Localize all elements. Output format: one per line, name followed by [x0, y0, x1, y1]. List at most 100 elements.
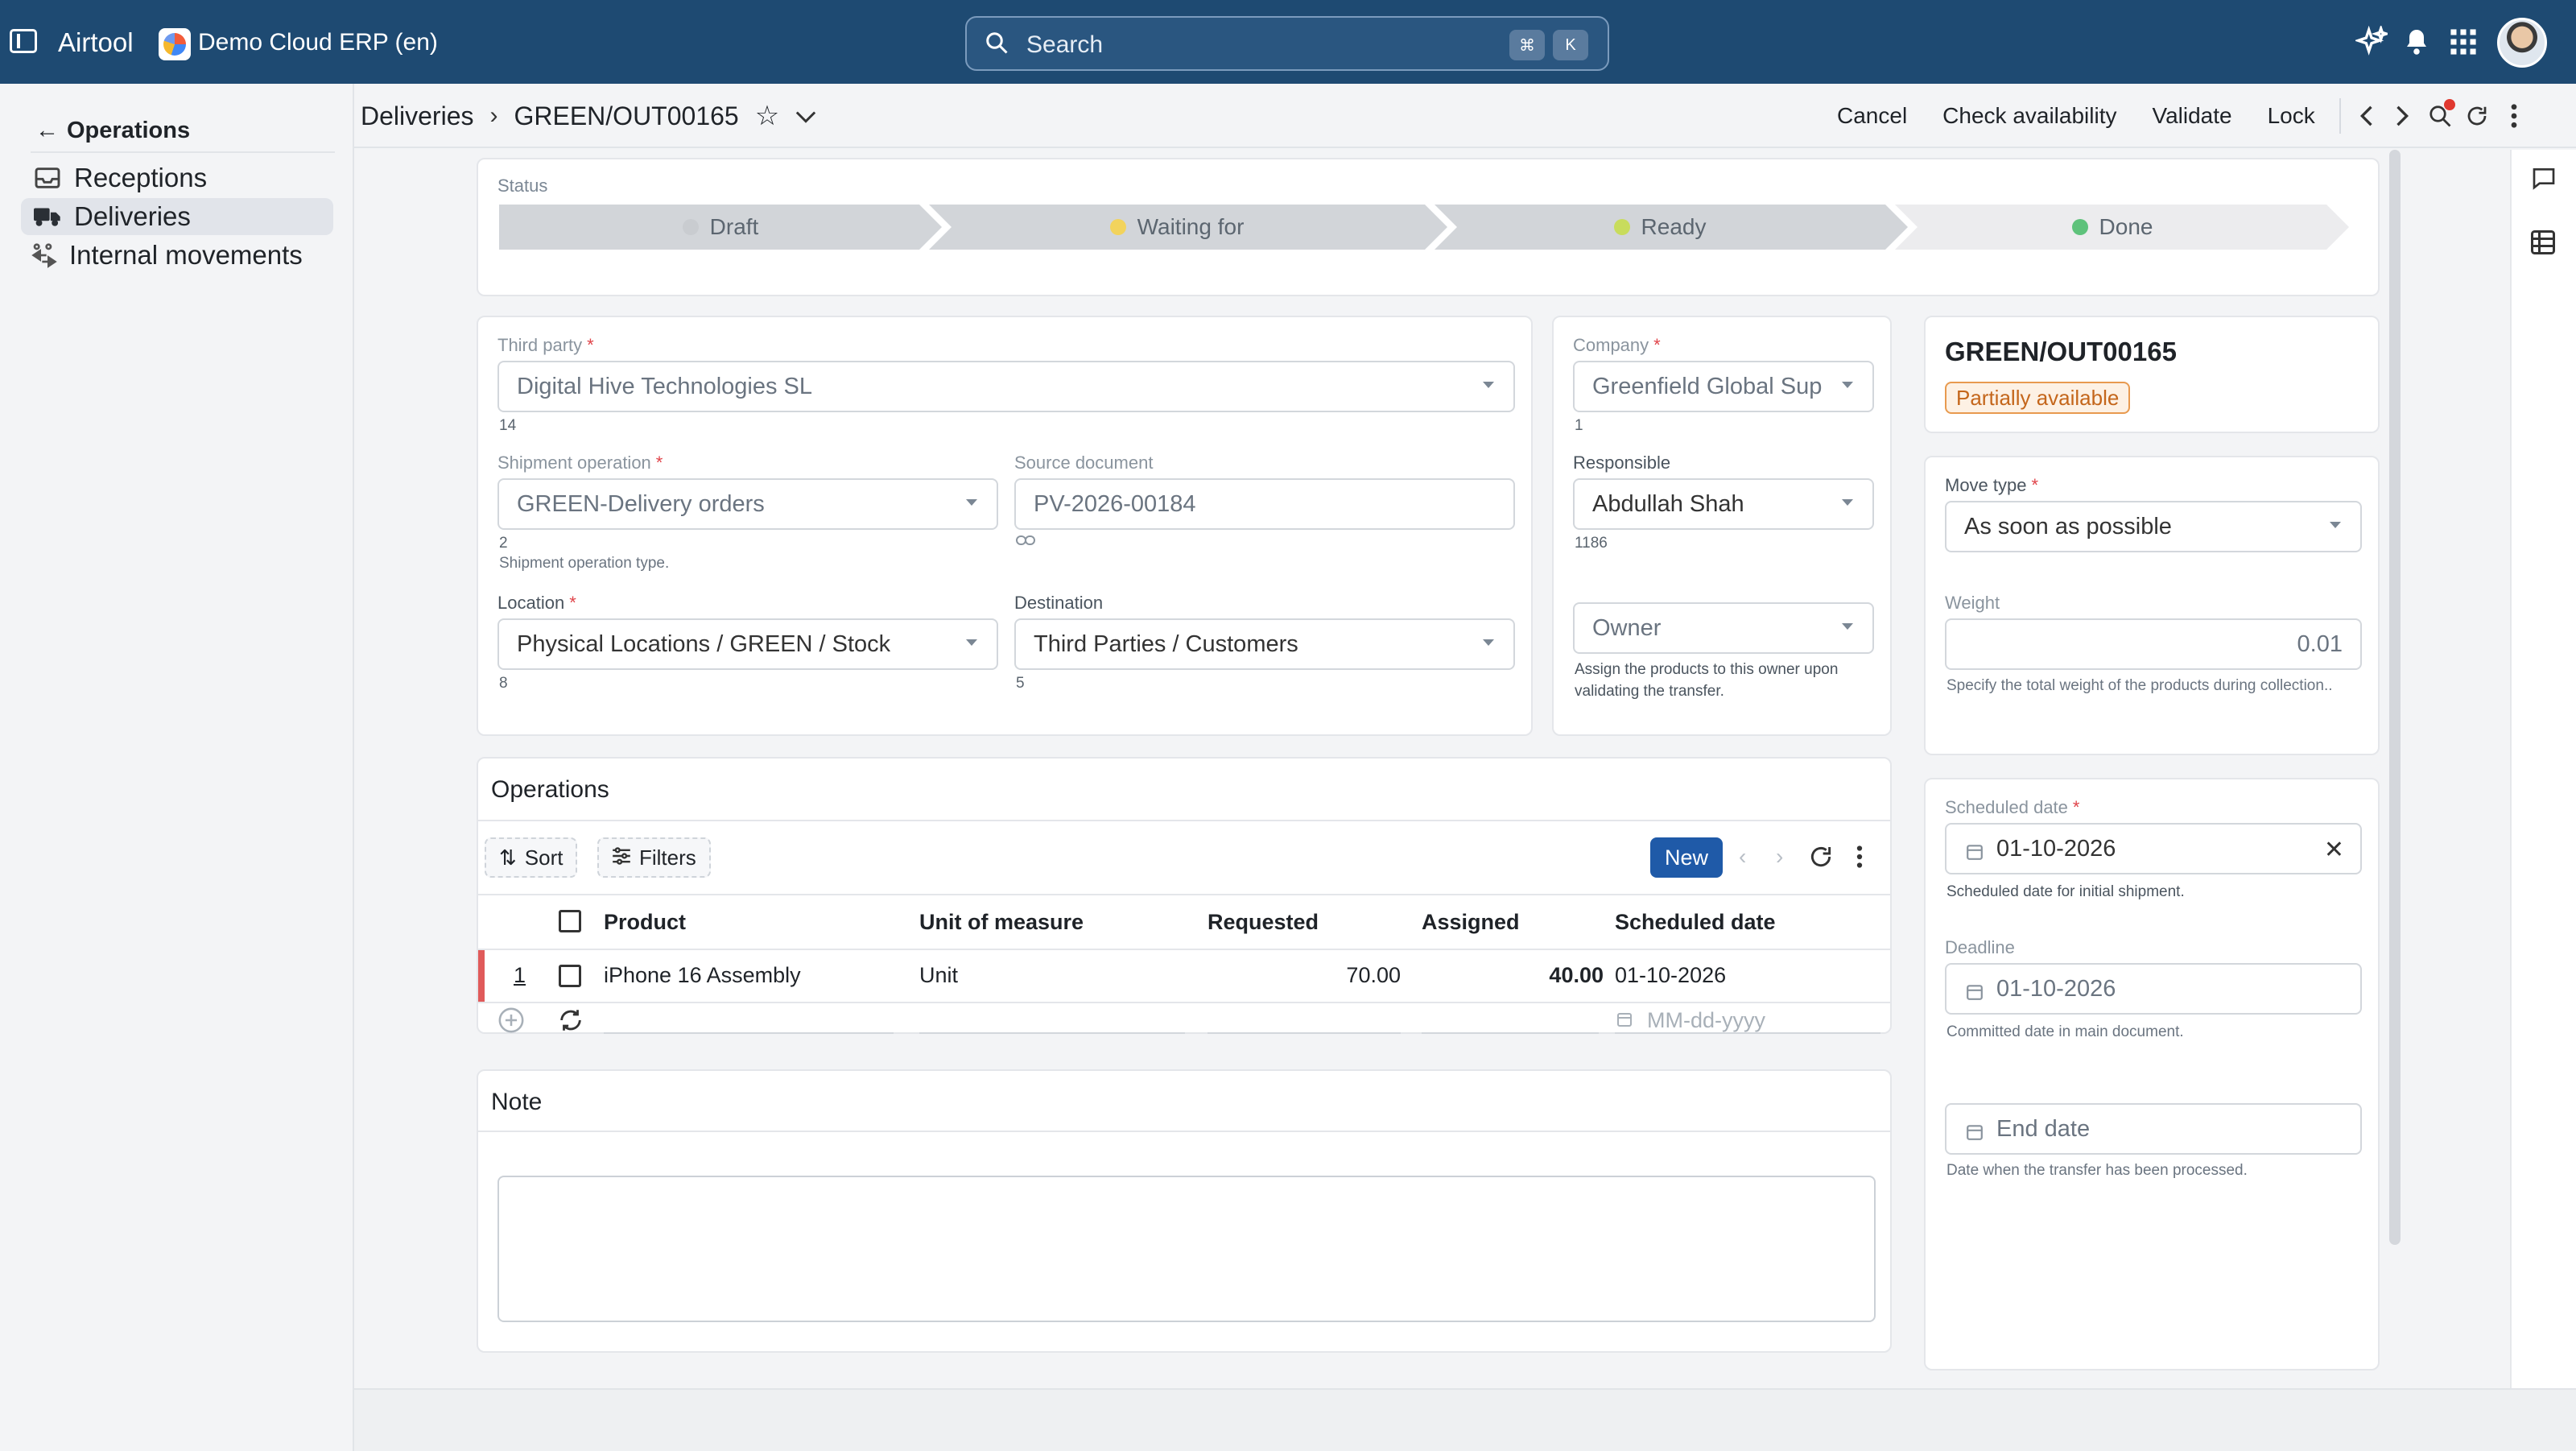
inbox-icon [34, 166, 61, 190]
destination-select[interactable]: Third Parties / Customers [1014, 618, 1515, 670]
owner-placeholder: Owner [1592, 614, 1662, 641]
filters-button[interactable]: Filters [597, 837, 711, 878]
global-search[interactable]: Search ⌘ K [965, 16, 1609, 71]
table-row[interactable]: 1 iPhone 16 Assembly Unit 70.00 40.00 01… [478, 950, 1892, 1002]
bell-icon[interactable] [2401, 26, 2433, 58]
status-step-done[interactable]: Done [1895, 205, 2330, 250]
sort-button[interactable]: ⇅ Sort [485, 837, 578, 878]
column-header-assigned[interactable]: Assigned [1422, 910, 1520, 935]
row-warning-indicator [478, 950, 485, 1002]
sparkle-ai-icon[interactable] [2355, 26, 2388, 58]
link-icon[interactable] [1016, 535, 1035, 550]
column-header-uom[interactable]: Unit of measure [919, 910, 1084, 935]
cancel-button[interactable]: Cancel [1819, 97, 1925, 135]
source-document-input[interactable]: PV-2026-00184 [1014, 478, 1515, 530]
apps-grid-icon[interactable] [2447, 26, 2479, 58]
end-date-input[interactable]: End date [1945, 1103, 2362, 1155]
check-availability-button[interactable]: Check availability [1925, 97, 2134, 135]
chat-icon[interactable] [2531, 166, 2557, 194]
refresh-icon[interactable] [1808, 844, 1834, 874]
weight-input[interactable]: 0.01 [1945, 618, 2362, 670]
uom-cell[interactable]: Unit [919, 963, 958, 988]
new-product-input[interactable] [604, 1032, 894, 1034]
status-label: Status [497, 176, 548, 196]
select-all-checkbox[interactable] [559, 910, 581, 932]
header-divider [2339, 98, 2341, 134]
divider [478, 820, 1892, 821]
sidebar-toggle-icon[interactable] [10, 29, 37, 53]
filters-label: Filters [639, 845, 696, 870]
new-uom-input[interactable] [919, 1032, 1185, 1034]
company-select[interactable]: Greenfield Global Sup [1573, 361, 1874, 412]
company-value: Greenfield Global Sup [1592, 373, 1823, 399]
scheduled-date-input[interactable]: 01-10-2026 ✕ [1945, 823, 2362, 874]
previous-page-icon[interactable]: ‹ [1739, 844, 1746, 870]
sync-icon[interactable] [557, 1007, 584, 1038]
table-list-icon[interactable] [2531, 230, 2555, 258]
column-header-scheduled-date[interactable]: Scheduled date [1615, 910, 1776, 935]
move-type-value: As soon as possible [1964, 513, 2172, 539]
previous-record-icon[interactable] [2347, 97, 2384, 134]
location-select[interactable]: Physical Locations / GREEN / Stock [497, 618, 998, 670]
company-logo-icon[interactable] [159, 28, 191, 60]
sidebar-item-deliveries[interactable]: Deliveries [21, 198, 333, 235]
owner-select[interactable]: Owner [1573, 602, 1874, 654]
third-party-select[interactable]: Digital Hive Technologies SL [497, 361, 1515, 412]
destination-value: Third Parties / Customers [1034, 630, 1298, 657]
caret-down-icon [1483, 639, 1494, 646]
scheduled-date-cell[interactable]: 01-10-2026 [1615, 963, 1726, 988]
user-avatar[interactable] [2497, 18, 2547, 68]
product-cell[interactable]: iPhone 16 Assembly [604, 963, 801, 988]
sidebar-item-receptions[interactable]: Receptions [21, 159, 333, 196]
validate-button[interactable]: Validate [2135, 97, 2250, 135]
breadcrumb-parent[interactable]: Deliveries [361, 101, 473, 131]
status-step-ready[interactable]: Ready [1435, 205, 1885, 250]
star-icon[interactable]: ☆ [755, 100, 779, 132]
owner-hint: Assign the products to this owner upon v… [1575, 661, 1839, 700]
requested-cell[interactable]: 70.00 [1208, 963, 1401, 988]
company-label: Company * [1573, 335, 1661, 355]
row-number[interactable]: 1 [514, 963, 526, 988]
sidebar-back-link[interactable]: ← Operations [35, 118, 190, 144]
search-icon [986, 32, 1008, 54]
app-name[interactable]: Airtool [58, 27, 134, 58]
responsible-select[interactable]: Abdullah Shah [1573, 478, 1874, 530]
status-step-label: Draft [709, 214, 759, 239]
company-switcher[interactable]: Demo Cloud ERP (en) [198, 29, 438, 56]
caret-down-icon [2330, 522, 2341, 528]
lock-button[interactable]: Lock [2250, 97, 2333, 135]
shipment-operation-select[interactable]: GREEN-Delivery orders [497, 478, 998, 530]
status-dot [1109, 219, 1126, 235]
new-row[interactable]: MM-dd-yyyy [478, 1003, 1892, 1034]
main-scrollbar[interactable] [2389, 150, 2401, 1245]
status-step-waiting[interactable]: Waiting for [929, 205, 1425, 250]
column-header-requested[interactable]: Requested [1208, 910, 1319, 935]
chevron-down-icon[interactable] [795, 101, 816, 131]
add-row-icon[interactable] [497, 1007, 525, 1038]
source-document-value: PV-2026-00184 [1034, 490, 1196, 517]
refresh-icon[interactable] [2458, 97, 2496, 134]
more-vertical-icon[interactable] [1856, 845, 1863, 872]
note-card: Note [477, 1069, 1892, 1353]
new-assigned-input[interactable] [1422, 1032, 1599, 1034]
new-requested-input[interactable] [1208, 1032, 1401, 1034]
deadline-input[interactable]: 01-10-2026 [1945, 963, 2362, 1015]
breadcrumb-current: GREEN/OUT00165 [514, 101, 739, 130]
new-date-placeholder[interactable]: MM-dd-yyyy [1647, 1008, 1765, 1033]
next-record-icon[interactable] [2384, 97, 2421, 134]
move-type-select[interactable]: As soon as possible [1945, 501, 2362, 552]
row-checkbox[interactable] [559, 965, 581, 987]
column-header-product[interactable]: Product [604, 910, 686, 935]
next-page-icon[interactable]: › [1776, 844, 1783, 870]
sidebar-item-internal-movements[interactable]: Internal movements [18, 237, 330, 274]
weight-label: Weight [1945, 593, 2000, 613]
more-vertical-icon[interactable] [2496, 97, 2533, 134]
new-line-button[interactable]: New [1650, 837, 1723, 878]
assigned-cell[interactable]: 40.00 [1422, 963, 1604, 988]
inspect-icon[interactable] [2421, 97, 2458, 134]
end-date-placeholder: End date [1996, 1115, 2091, 1142]
note-title: Note [491, 1089, 543, 1115]
status-step-draft[interactable]: Draft [499, 205, 942, 250]
note-textarea[interactable] [497, 1176, 1876, 1322]
clear-icon[interactable]: ✕ [2324, 836, 2344, 864]
